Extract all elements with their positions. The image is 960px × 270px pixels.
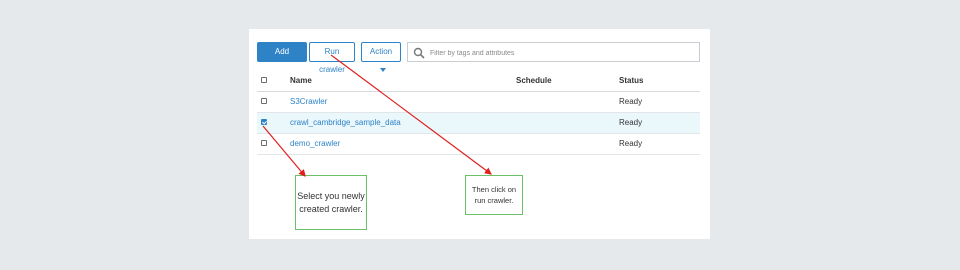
filter-search-box[interactable] — [407, 42, 700, 62]
crawler-status: Ready — [619, 97, 643, 106]
column-header-name[interactable]: Name — [290, 76, 312, 85]
run-note-text: Then click on run crawler. — [471, 185, 517, 205]
crawler-table: Name Schedule Status S3Crawler Ready cra… — [257, 71, 700, 155]
table-header-row: Name Schedule Status — [257, 71, 700, 92]
search-icon — [413, 47, 425, 59]
filter-input[interactable] — [428, 45, 692, 61]
table-row[interactable]: demo_crawler Ready — [257, 134, 700, 155]
run-crawler-button[interactable]: Run crawler — [309, 42, 355, 74]
select-note-text: Select you newly created crawler. — [297, 190, 365, 214]
add-crawler-button[interactable]: Add crawler — [257, 42, 307, 74]
toolbar: Add crawler Run crawler Action — [257, 42, 700, 74]
table-row[interactable]: crawl_cambridge_sample_data Ready — [257, 113, 700, 134]
select-all-checkbox[interactable] — [261, 77, 267, 83]
crawler-status: Ready — [619, 118, 643, 127]
row-checkbox[interactable] — [261, 140, 267, 146]
crawler-status: Ready — [619, 139, 643, 148]
column-header-schedule[interactable]: Schedule — [516, 76, 552, 85]
select-crawler-callout: Select you newly created crawler. — [295, 175, 367, 230]
crawler-name-link[interactable]: S3Crawler — [290, 97, 327, 106]
crawler-name-link[interactable]: demo_crawler — [290, 139, 340, 148]
crawler-name-link[interactable]: crawl_cambridge_sample_data — [290, 118, 401, 127]
run-crawler-callout: Then click on run crawler. — [465, 175, 523, 215]
row-checkbox[interactable] — [261, 119, 267, 125]
table-row[interactable]: S3Crawler Ready — [257, 92, 700, 113]
row-checkbox[interactable] — [261, 98, 267, 104]
action-label: Action — [369, 47, 393, 56]
column-header-status[interactable]: Status — [619, 76, 643, 85]
action-dropdown-button[interactable]: Action — [361, 42, 401, 72]
